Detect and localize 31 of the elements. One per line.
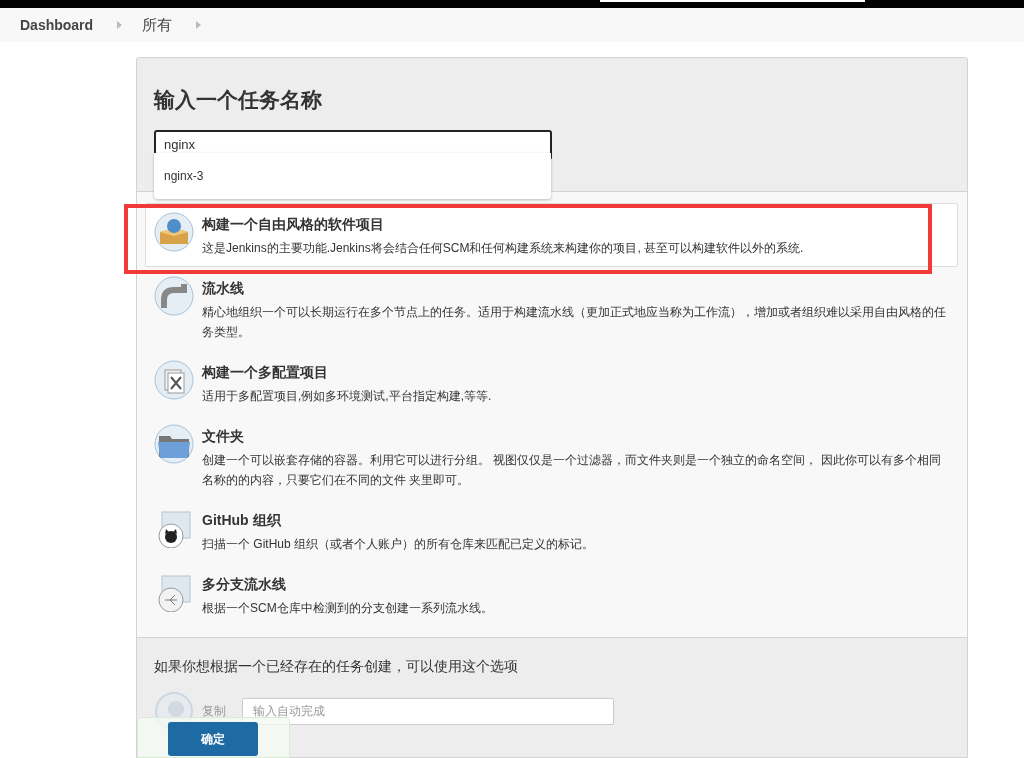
item-description: 根据一个SCM仓库中检测到的分支创建一系列流水线。 xyxy=(202,600,493,617)
item-description: 扫描一个 GitHub 组织（或者个人账户）的所有仓库来匹配已定义的标记。 xyxy=(202,536,594,553)
form-title: 输入一个任务名称 xyxy=(154,87,323,113)
breadcrumb-link[interactable]: Dashboard xyxy=(20,14,94,36)
chevron-icon[interactable] xyxy=(196,21,202,29)
suggestion-item[interactable]: nginx-3 xyxy=(154,167,551,185)
item-description: 这是Jenkins的主要功能.Jenkins将会结合任何SCM和任何构建系统来构建你的项目, 甚至可以构建软件以外的系统. xyxy=(202,240,804,257)
folder-icon xyxy=(154,424,194,464)
package-icon xyxy=(154,212,194,252)
copy-hint: 如果你想根据一个已经存在的任务创建，可以使用这个选项 xyxy=(154,657,519,676)
item-description: 创建一个可以嵌套存储的容器。利用它可以进行分组。 视图仅仅是一个过滤器，而文件夹则是一个独立的命名空间， 因此你可以有多个相同名称的的内容，只要它们在不同的文件 夹里即可。 xyxy=(202,452,942,489)
item-title: 流水线 xyxy=(202,279,245,298)
item-title: 构建一个自由风格的软件项目 xyxy=(202,215,385,234)
item-title: 多分支流水线 xyxy=(202,575,287,594)
item-type-option[interactable]: GitHub 组织 扫描一个 GitHub 组织（或者个人账户）的所有仓库来匹配已定义的标记。 xyxy=(145,499,958,563)
item-description: 适用于多配置项目,例如多环境测试,平台指定构建,等等. xyxy=(202,388,492,405)
item-title: 构建一个多配置项目 xyxy=(202,363,329,382)
copy-label: 复制 xyxy=(202,703,227,720)
item-description: 精心地组织一个可以长期运行在多个节点上的任务。适用于构建流水线（更加正式地应当称为工作流），增加或者组织难以采用自由风格的任务类型。 xyxy=(202,304,947,341)
item-type-option[interactable]: 构建一个多配置项目 适用于多配置项目,例如多环境测试,平台指定构建,等等. xyxy=(145,351,958,415)
item-type-option[interactable]: 流水线 精心地组织一个可以长期运行在多个节点上的任务。适用于构建流水线（更加正式地应当称为工作流），增加或者组织难以采用自由风格的任务类型。 xyxy=(145,267,958,351)
pipe-icon xyxy=(154,276,194,316)
item-title: GitHub 组织 xyxy=(202,511,282,530)
item-type-option[interactable]: 构建一个自由风格的软件项目 这是Jenkins的主要功能.Jenkins将会结合任何SCM和任何构建系统来构建你的项目, 甚至可以构建软件以外的系统. xyxy=(145,203,958,267)
item-title: 文件夹 xyxy=(202,427,245,446)
chevron-icon[interactable] xyxy=(117,21,123,29)
item-type-option[interactable]: 文件夹 创建一个可以嵌套存储的容器。利用它可以进行分组。 视图仅仅是一个过滤器，而文件夹则是一个独立的命名空间， 因此你可以有多个相同名称的的内容，只要它们在不同的文件 夹里即可。 xyxy=(145,415,958,499)
item-type-option[interactable]: 多分支流水线 根据一个SCM仓库中检测到的分支创建一系列流水线。 xyxy=(145,563,958,627)
breadcrumb-link[interactable]: 所有 xyxy=(142,13,173,37)
ok-button[interactable]: 确定 xyxy=(168,722,258,756)
documents-icon xyxy=(154,360,194,400)
